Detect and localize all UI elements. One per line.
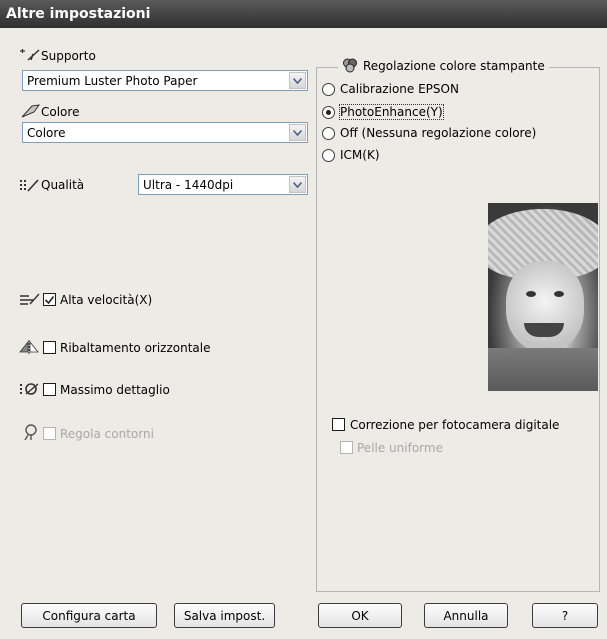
digital-camera-correction-label[interactable]: Correzione per fotocamera digitale (350, 418, 559, 432)
color-select[interactable]: Colore (22, 122, 308, 143)
save-settings-button[interactable]: Salva impost. (174, 603, 275, 628)
radio-photoenhance[interactable] (322, 106, 335, 119)
ok-button[interactable]: OK (318, 603, 402, 628)
checkmark-icon (45, 295, 54, 304)
high-speed-icon (20, 293, 40, 305)
radio-off[interactable] (322, 127, 335, 140)
radio-epson-calibration-label[interactable]: Calibrazione EPSON (340, 82, 459, 96)
high-speed-label[interactable]: Alta velocità(X) (60, 293, 152, 307)
edge-smoothing-icon (24, 424, 37, 441)
color-circles-icon (343, 58, 357, 73)
flip-horizontal-label[interactable]: Ribaltamento orizzontale (60, 341, 211, 355)
edge-smoothing-checkbox[interactable] (43, 427, 56, 440)
edge-smoothing-label: Regola contorni (60, 427, 154, 441)
color-adjust-group-title: Regolazione colore stampante (363, 58, 545, 73)
quality-icon (20, 179, 39, 192)
finest-detail-icon (20, 383, 39, 395)
finest-detail-checkbox[interactable] (43, 383, 56, 396)
media-select[interactable]: Premium Luster Photo Paper (22, 70, 308, 91)
flip-horizontal-icon (19, 340, 39, 354)
paper-config-button[interactable]: Configura carta (21, 603, 157, 628)
color-label: Colore (41, 105, 80, 119)
radio-icm-label[interactable]: ICM(K) (340, 148, 380, 162)
smooth-skin-label: Pelle uniforme (357, 441, 443, 455)
smooth-skin-checkbox[interactable] (340, 441, 353, 454)
radio-epson-calibration[interactable] (322, 83, 335, 96)
quality-label: Qualità (41, 178, 85, 192)
preview-photo (488, 203, 598, 391)
radio-off-label[interactable]: Off (Nessuna regolazione colore) (340, 126, 536, 140)
finest-detail-label[interactable]: Massimo dettaglio (60, 383, 170, 397)
radio-photoenhance-label[interactable]: PhotoEnhance(Y) (339, 104, 444, 120)
media-type-icon (20, 49, 40, 61)
color-icon (21, 104, 41, 118)
chevron-down-icon[interactable] (289, 176, 306, 193)
flip-horizontal-checkbox[interactable] (43, 341, 56, 354)
media-label: Supporto (41, 49, 96, 63)
quality-select-value: Ultra - 1440dpi (143, 178, 234, 192)
color-adjust-group-header: Regolazione colore stampante (338, 58, 549, 73)
cancel-button[interactable]: Annulla (424, 603, 508, 628)
radio-icm[interactable] (322, 149, 335, 162)
color-select-value: Colore (27, 126, 66, 140)
high-speed-checkbox[interactable] (43, 293, 56, 306)
window-title: Altre impostazioni (0, 0, 607, 28)
media-select-value: Premium Luster Photo Paper (27, 74, 198, 88)
help-button[interactable]: ? (532, 603, 598, 628)
chevron-down-icon[interactable] (289, 124, 306, 141)
chevron-down-icon[interactable] (289, 72, 306, 89)
quality-select[interactable]: Ultra - 1440dpi (138, 174, 308, 195)
digital-camera-correction-checkbox[interactable] (332, 418, 345, 431)
